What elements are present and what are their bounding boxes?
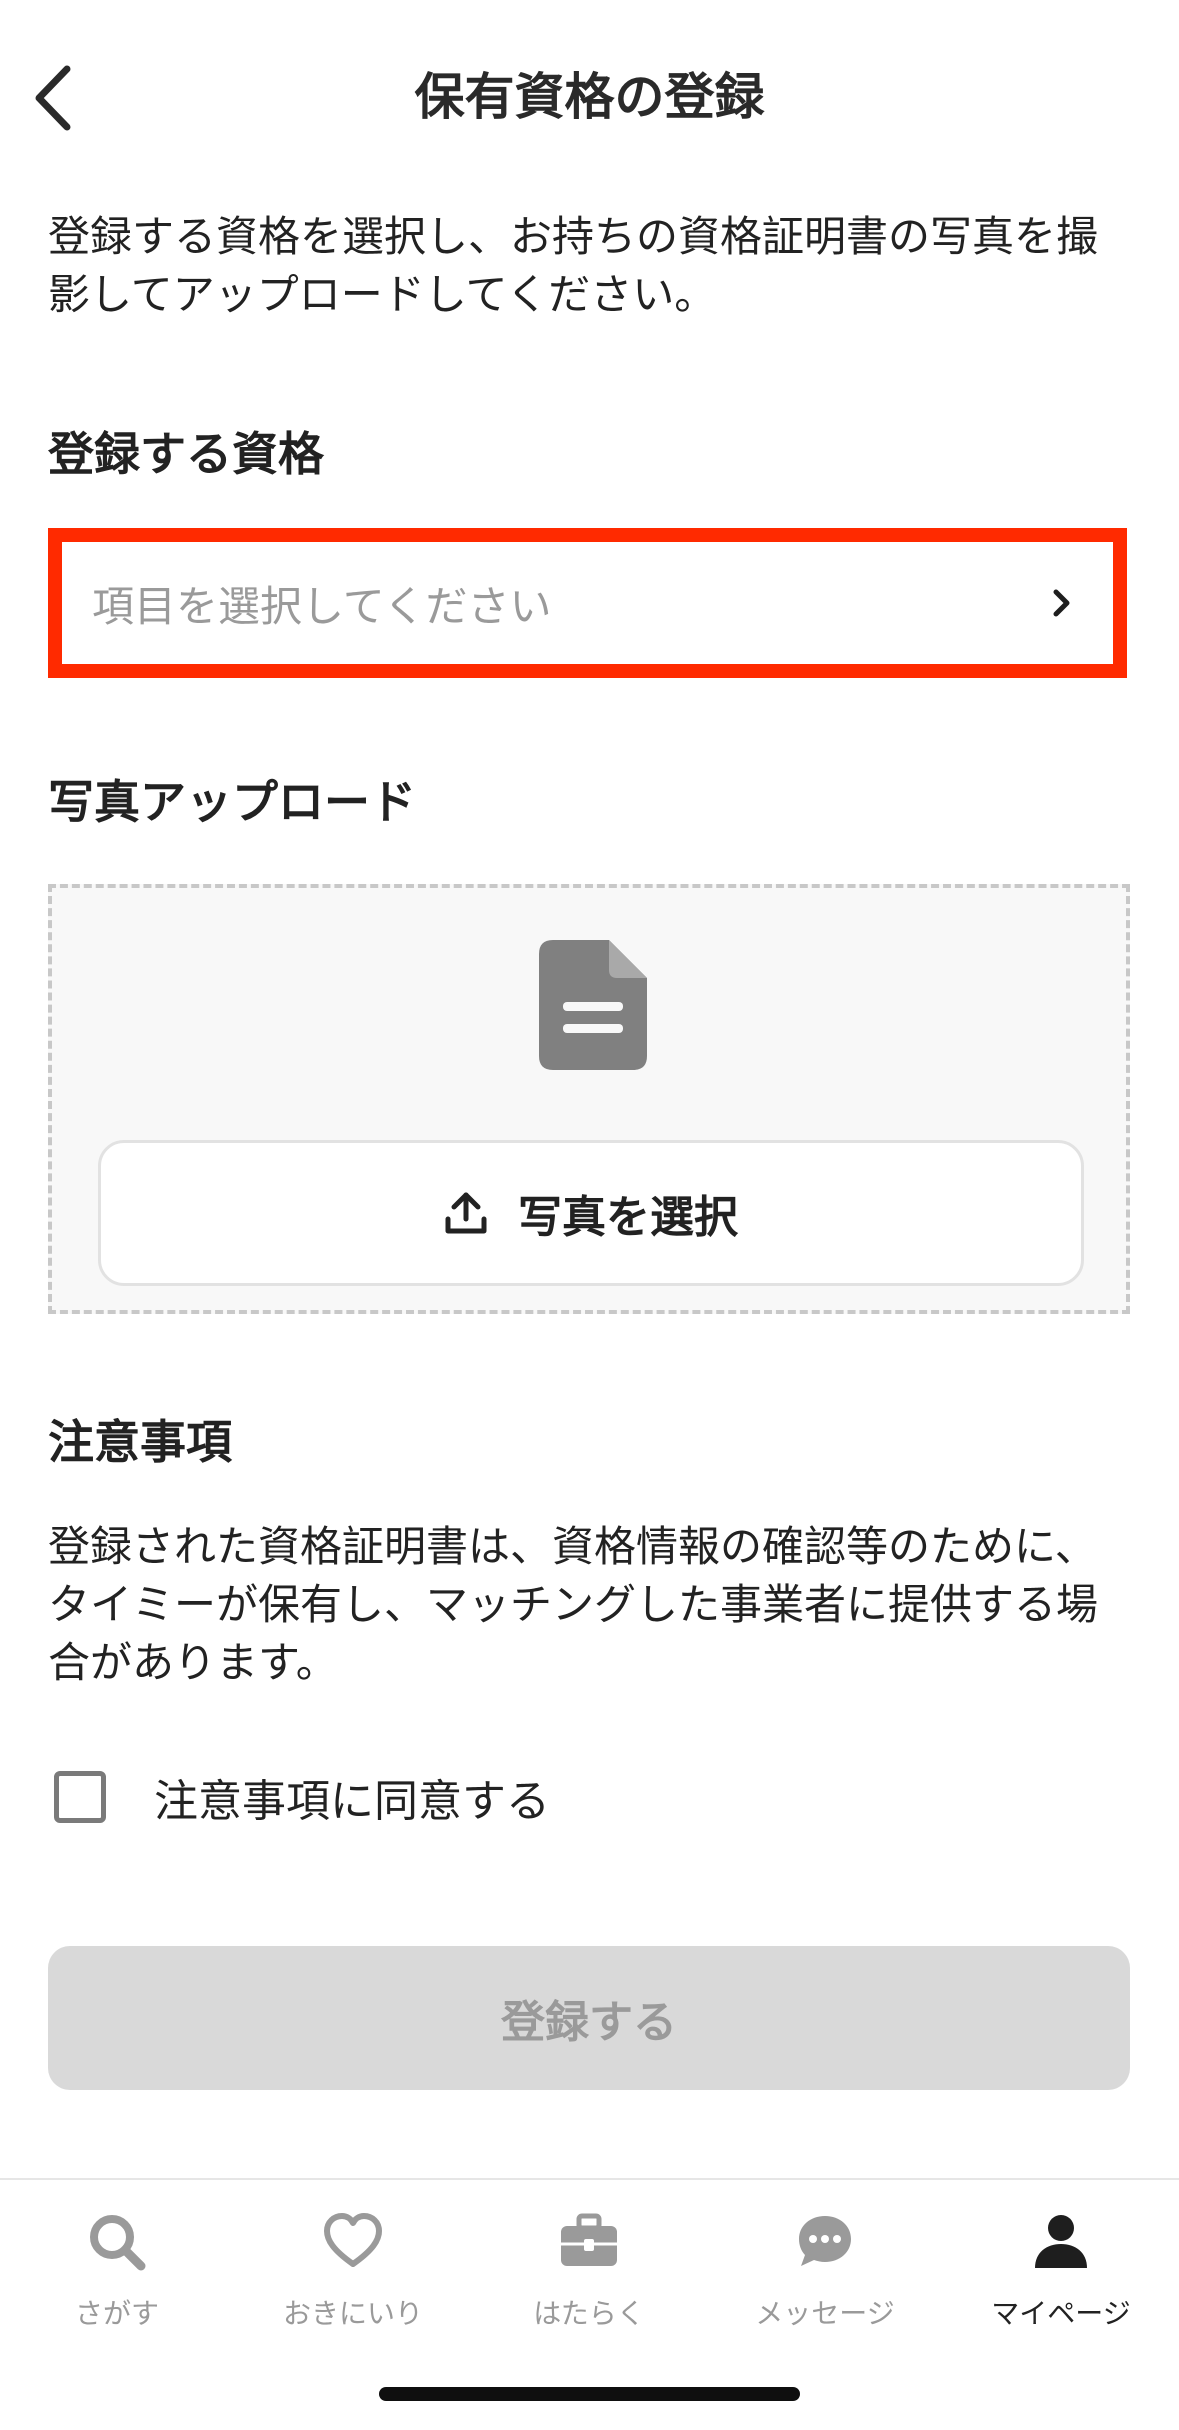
- document-icon: [539, 940, 647, 1070]
- select-photo-label: 写真を選択: [518, 1192, 738, 1243]
- tab-label: マイページ: [991, 2297, 1131, 2330]
- upload-icon: [445, 1192, 487, 1234]
- tab-label: はたらく: [533, 2297, 645, 2330]
- page-title: 保有資格の登録: [414, 68, 765, 126]
- photo-upload-label: 写真アップロード: [48, 775, 416, 829]
- tab-messages[interactable]: メッセージ: [725, 2210, 925, 2340]
- tab-favorites[interactable]: おきにいり: [253, 2210, 453, 2340]
- agree-checkbox[interactable]: [54, 1771, 106, 1823]
- qualification-label: 登録する資格: [48, 427, 324, 481]
- photo-upload-area: 写真を選択: [48, 884, 1130, 1314]
- tab-label: メッセージ: [755, 2297, 895, 2330]
- heart-icon: [324, 2213, 382, 2267]
- tab-label: おきにいり: [282, 2297, 423, 2330]
- briefcase-icon: [561, 2213, 617, 2266]
- register-button-label: 登録する: [501, 1997, 677, 2048]
- header: 保有資格の登録: [0, 0, 1179, 190]
- agree-row[interactable]: 注意事項に同意する: [54, 1762, 550, 1832]
- select-photo-button[interactable]: 写真を選択: [98, 1140, 1084, 1286]
- select-placeholder: 項目を選択してください: [92, 581, 552, 631]
- notes-title: 注意事項: [48, 1415, 232, 1469]
- tab-label: さがす: [74, 2297, 159, 2330]
- intro-text: 登録する資格を選択し、お持ちの資格証明書の写真を撮影してアップロードしてください…: [48, 212, 1099, 319]
- tab-search[interactable]: さがす: [17, 2210, 217, 2340]
- notes-body: 登録された資格証明書は、資格情報の確認等のために、タイミーが保有し、マッチングし…: [48, 1522, 1099, 1687]
- register-button[interactable]: 登録する: [48, 1946, 1130, 2090]
- tab-work[interactable]: はたらく: [489, 2210, 689, 2340]
- agree-label[interactable]: 注意事項に同意する: [154, 1765, 550, 1829]
- tab-mypage[interactable]: マイページ: [961, 2210, 1161, 2340]
- chevron-right-icon: [1053, 589, 1070, 617]
- person-icon: [1035, 2215, 1087, 2268]
- search-icon: [90, 2215, 146, 2271]
- chat-bubble-icon: [799, 2216, 851, 2266]
- qualification-select[interactable]: 項目を選択してください: [48, 528, 1127, 678]
- home-indicator: [379, 2387, 800, 2401]
